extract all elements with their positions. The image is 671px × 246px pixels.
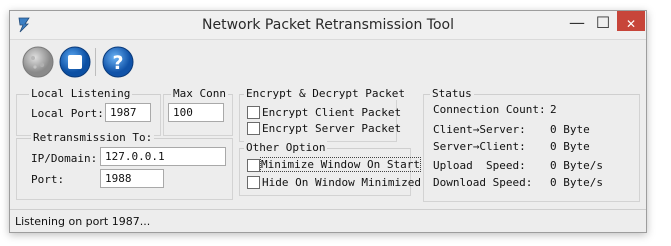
local-port-label: Local Port: <box>31 107 104 120</box>
encrypt-client-label[interactable]: Encrypt Client Packet <box>262 106 401 119</box>
stop-button[interactable] <box>58 45 92 79</box>
close-icon: ✕ <box>625 17 637 31</box>
maximize-icon: ☐ <box>595 13 611 32</box>
client-server-label: Client→Server: <box>433 123 526 136</box>
upload-speed-value: 0 Byte/s <box>550 159 603 172</box>
local-listening-legend: Local Listening <box>29 87 133 100</box>
upload-speed-label: Upload Speed: <box>433 159 526 172</box>
connection-count-value: 2 <box>550 103 557 116</box>
hide-on-minimize-label[interactable]: Hide On Window Minimized <box>262 176 421 189</box>
max-conn-input[interactable]: 100 <box>168 103 224 122</box>
toolbar: ? <box>10 40 646 84</box>
other-option-legend: Other Option <box>244 141 328 154</box>
minimize-icon: — <box>569 13 585 32</box>
server-client-value: 0 Byte <box>550 140 590 153</box>
stop-icon <box>59 46 91 78</box>
download-speed-label: Download Speed: <box>433 176 533 189</box>
help-button[interactable]: ? <box>101 45 135 79</box>
ip-domain-input[interactable]: 127.0.0.1 <box>100 147 226 166</box>
status-message: Listening on port 1987... <box>15 215 151 228</box>
minimize-button[interactable]: — <box>564 13 590 33</box>
remote-port-input[interactable]: 1988 <box>100 169 164 188</box>
remote-port-label: Port: <box>31 173 65 186</box>
title-bar[interactable]: Network Packet Retransmission Tool — ☐ ✕ <box>10 11 646 40</box>
max-conn-legend: Max Conn <box>171 87 228 100</box>
svg-text:?: ? <box>112 52 123 74</box>
server-client-label: Server→Client: <box>433 140 526 153</box>
retransmission-legend: Retransmission To: <box>31 131 155 144</box>
window-title: Network Packet Retransmission Tool <box>202 17 454 33</box>
encrypt-legend: Encrypt & Decrypt Packet <box>244 87 407 100</box>
encrypt-server-label[interactable]: Encrypt Server Packet <box>262 122 401 135</box>
encrypt-client-checkbox[interactable] <box>247 106 260 119</box>
encrypt-server-checkbox[interactable] <box>247 122 260 135</box>
minimize-on-start-checkbox[interactable] <box>247 159 260 172</box>
status-legend: Status <box>430 87 474 100</box>
start-icon <box>22 46 54 78</box>
main-window: Network Packet Retransmission Tool — ☐ ✕ <box>9 10 647 233</box>
status-bar: Listening on port 1987... <box>10 209 646 233</box>
hide-on-minimize-checkbox[interactable] <box>247 176 260 189</box>
close-button[interactable]: ✕ <box>617 11 645 31</box>
toolbar-separator <box>95 48 96 76</box>
ip-domain-label: IP/Domain: <box>31 152 98 165</box>
local-port-input[interactable]: 1987 <box>105 103 151 122</box>
help-icon: ? <box>102 46 134 78</box>
connection-count-label: Connection Count: <box>433 103 546 116</box>
start-button[interactable] <box>21 45 55 79</box>
maximize-button[interactable]: ☐ <box>590 13 616 33</box>
download-speed-value: 0 Byte/s <box>550 176 603 189</box>
client-server-value: 0 Byte <box>550 123 590 136</box>
minimize-on-start-label[interactable]: Minimize Window On Start <box>260 157 421 172</box>
